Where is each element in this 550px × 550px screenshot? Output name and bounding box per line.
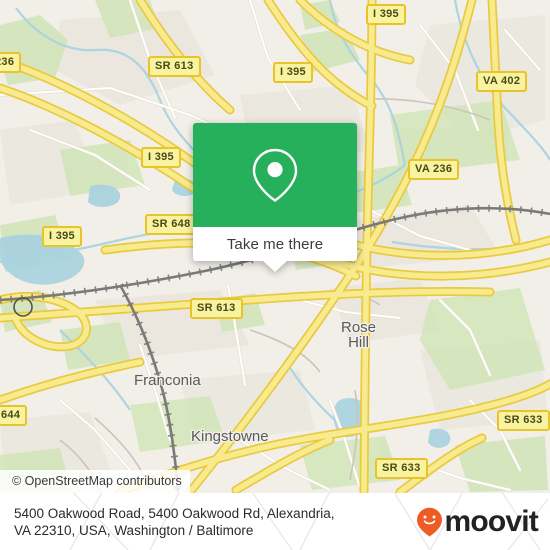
callout-header — [193, 123, 357, 227]
location-address: 5400 Oakwood Road, 5400 Oakwood Rd, Alex… — [14, 505, 334, 539]
road-shield[interactable]: VA 402 — [476, 71, 528, 92]
road-shield[interactable]: I 395 — [366, 4, 406, 25]
road-shield[interactable]: I 395 — [141, 147, 181, 168]
address-line-2: VA 22310, USA, Washington / Baltimore — [14, 522, 254, 538]
footer-bar: 5400 Oakwood Road, 5400 Oakwood Rd, Alex… — [0, 493, 550, 550]
screenshot-root: .w { fill:none; stroke:#aad3df; } .wa { … — [0, 0, 550, 550]
road-shield[interactable]: 236 — [0, 52, 22, 73]
road-shield[interactable]: VA 236 — [408, 159, 460, 180]
footer-content: 5400 Oakwood Road, 5400 Oakwood Rd, Alex… — [0, 493, 550, 550]
moovit-brand[interactable]: moovit — [416, 504, 539, 538]
road-shield[interactable]: SR 633 — [497, 410, 550, 431]
road-shield[interactable]: SR 613 — [148, 56, 201, 77]
road-shield[interactable]: I 395 — [42, 226, 82, 247]
road-shield[interactable]: I 395 — [273, 62, 313, 83]
map-attribution[interactable]: © OpenStreetMap contributors — [0, 470, 190, 493]
callout-action[interactable]: Take me there — [193, 227, 357, 261]
place-label-line: Rose — [341, 319, 377, 336]
place-label-kingstowne: Kingstowne — [191, 428, 269, 445]
callout-action-label: Take me there — [226, 235, 324, 253]
moovit-wordmark: moovit — [444, 504, 538, 538]
callout-pointer-tail — [263, 261, 287, 272]
road-shield[interactable]: SR 633 — [375, 458, 428, 479]
map-canvas[interactable]: .w { fill:none; stroke:#aad3df; } .wa { … — [0, 0, 550, 493]
location-callout-card[interactable]: Take me there — [193, 123, 357, 272]
place-label-line: Hill — [348, 334, 369, 351]
place-label-franconia: Franconia — [134, 372, 201, 389]
moovit-pin-smiley-icon — [417, 507, 443, 536]
road-shield[interactable]: 644 — [0, 405, 28, 426]
road-shield[interactable]: SR 613 — [190, 298, 243, 319]
place-label-rose-hill: Rose Hill — [341, 320, 376, 350]
address-line-1: 5400 Oakwood Road, 5400 Oakwood Rd, Alex… — [14, 505, 335, 521]
road-shield[interactable]: SR 648 — [145, 214, 198, 235]
map-pin-icon — [252, 148, 298, 202]
